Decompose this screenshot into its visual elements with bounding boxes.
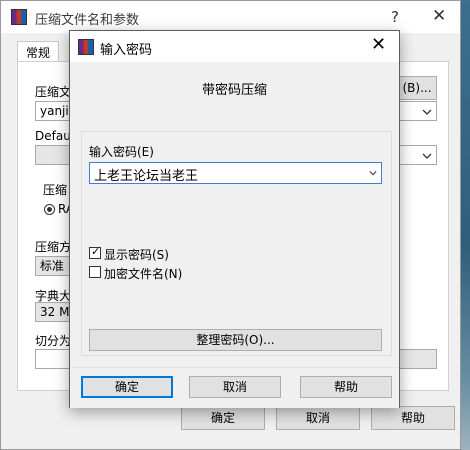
password-combobox[interactable]: 上老王论坛当老王 — [89, 162, 382, 184]
tab-general[interactable]: 常规 — [17, 41, 60, 63]
main-cancel-button[interactable]: 取消 — [276, 406, 360, 430]
chevron-down-icon[interactable] — [369, 169, 377, 177]
update-mode-dropdown[interactable] — [397, 145, 437, 165]
password-input[interactable]: 上老王论坛当老王 — [94, 165, 198, 184]
winrar-app-icon — [78, 39, 94, 55]
encrypt-filenames-label: 加密文件名(N) — [104, 267, 183, 281]
split-unit-dropdown[interactable] — [397, 349, 437, 369]
format-rar-radio[interactable] — [44, 204, 55, 215]
main-ok-button[interactable]: 确定 — [181, 406, 265, 430]
password-label: 输入密码(E) — [89, 145, 154, 159]
compression-method-label: 压缩方 — [35, 240, 72, 254]
split-volumes-label: 切分为 — [35, 334, 72, 348]
dialog-titlebar: 输入密码 ✕ — [70, 31, 399, 62]
close-icon[interactable]: ✕ — [432, 6, 446, 26]
winrar-app-icon — [11, 9, 27, 25]
checkmark-icon: ✓ — [91, 245, 101, 258]
archive-format-label: 压缩 — [43, 183, 68, 197]
close-icon[interactable]: ✕ — [371, 34, 386, 55]
dialog-title: 输入密码 — [100, 43, 153, 58]
ok-button[interactable]: 确定 — [81, 376, 173, 398]
cancel-button[interactable]: 取消 — [189, 376, 281, 398]
chevron-down-icon — [422, 153, 432, 159]
show-password-box[interactable]: ✓ — [89, 245, 101, 259]
main-help-button[interactable]: 帮助 — [371, 406, 455, 430]
browse-button[interactable]: (B)... — [397, 76, 437, 100]
archive-name-label: 压缩文 — [35, 85, 72, 99]
archive-window-titlebar: 压缩文件名和参数 ? ✕ — [1, 1, 460, 33]
archive-window-title: 压缩文件名和参数 — [35, 13, 140, 28]
help-button[interactable]: 帮助 — [300, 376, 392, 398]
show-password-label: 显示密码(S) — [104, 248, 169, 262]
archive-name-dropdown[interactable] — [397, 101, 437, 121]
organize-passwords-button[interactable]: 整理密码(O)... — [89, 329, 382, 351]
chevron-down-icon — [422, 109, 432, 115]
password-dialog: 输入密码 ✕ 带密码压缩 输入密码(E) 上老王论坛当老王 ✓ 显示密码(S) … — [69, 30, 400, 408]
dialog-subtitle: 带密码压缩 — [201, 83, 267, 98]
encrypt-filenames-box[interactable] — [89, 266, 101, 278]
help-icon[interactable]: ? — [391, 8, 399, 26]
